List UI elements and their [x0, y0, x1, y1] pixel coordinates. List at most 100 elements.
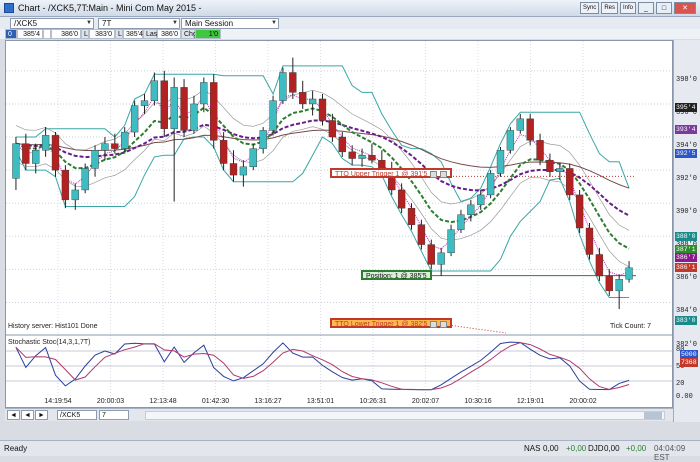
chart-footer: [0, 422, 700, 440]
nav-next-button[interactable]: ►: [35, 410, 48, 420]
candle-down: [229, 163, 238, 176]
chg-label: Chg: [181, 29, 197, 39]
position-label[interactable]: Position: 1 @ 385'5: [361, 270, 432, 280]
candle-down: [575, 194, 584, 229]
candle-up: [477, 194, 485, 206]
candle-down: [427, 244, 435, 265]
bid-value: 385'4: [17, 29, 43, 39]
candle-up: [516, 118, 524, 131]
candle-up: [625, 267, 633, 280]
candle-down: [318, 98, 327, 121]
candle-down: [210, 82, 218, 141]
nav-first-button[interactable]: ◄: [7, 410, 20, 420]
interval-tab[interactable]: 7: [99, 410, 129, 420]
nav-prev-button[interactable]: ◄: [21, 410, 34, 420]
candle-down: [536, 140, 544, 161]
upper-envelope-line: [15, 65, 630, 203]
candle-up: [71, 189, 79, 201]
candle-up: [308, 98, 317, 105]
close-icon[interactable]: [430, 170, 438, 178]
interval-value: 7T: [102, 19, 112, 28]
quote-strip: 0 385'4 386'0 L 383'0 L 385'4 Last 386'0…: [0, 29, 700, 39]
close-icon[interactable]: [430, 320, 438, 328]
x-axis-tick-label: 20:00:03: [97, 398, 124, 405]
symbol-tab[interactable]: /XCK5: [57, 410, 97, 420]
position-text: Position: 1 @ 385'5: [366, 273, 427, 280]
maximize-icon[interactable]: □: [656, 2, 672, 14]
candle-down: [368, 155, 376, 161]
candle-up: [130, 105, 139, 133]
close-icon[interactable]: [440, 170, 448, 178]
djd-label: DJD: [588, 444, 604, 453]
candle-down: [219, 140, 228, 164]
low-value: 383'0: [89, 29, 115, 39]
chart-canvas[interactable]: 14:19:54 20:00:03 12:13:48 01:42:30 13:16:27…: [6, 41, 672, 407]
interval-select[interactable]: 7T ▼: [98, 18, 180, 29]
chg-value: 1'0: [195, 29, 221, 39]
candle-down: [417, 224, 426, 245]
tick-count: Tick Count: 7: [610, 323, 651, 330]
info-button[interactable]: Info: [619, 2, 636, 14]
candle-up: [467, 204, 475, 215]
candle-down: [299, 92, 307, 105]
close-icon[interactable]: ✕: [674, 2, 696, 14]
candle-up: [279, 72, 287, 101]
candle-down: [397, 189, 406, 209]
candle-up: [437, 252, 445, 265]
upper-trigger-label[interactable]: TTO Upper Trigger 1 @ 391'5: [330, 168, 453, 178]
price-axis[interactable]: 398'0396'0394'0392'0390'0388'0386'0384'0…: [673, 40, 700, 422]
minimize-icon[interactable]: _: [638, 2, 654, 14]
candle-up: [239, 166, 248, 176]
candle-down: [180, 87, 188, 131]
res-button[interactable]: Res: [601, 2, 618, 14]
chart-area[interactable]: 14:19:54 20:00:03 12:13:48 01:42:30 13:16:27…: [5, 40, 673, 408]
price-badge: 386'1: [675, 263, 697, 272]
price-badge: 393'4: [675, 125, 697, 134]
candle-down: [566, 168, 574, 196]
ask-value: 386'0: [51, 29, 81, 39]
scroll-track[interactable]: [145, 411, 665, 420]
close-icon[interactable]: [440, 320, 448, 328]
stochastic-panel: [6, 341, 672, 391]
candle-down: [111, 143, 119, 149]
sync-button[interactable]: Sync: [579, 2, 600, 14]
chart-scrollbar[interactable]: ◄ ◄ ► /XCK5 7: [5, 408, 673, 421]
x-axis-tick-label: 13:16:27: [254, 398, 281, 405]
candle-down: [22, 143, 30, 164]
candle-down: [338, 136, 346, 153]
spacer: [43, 29, 51, 39]
scroll-thumb[interactable]: [644, 412, 662, 419]
candle-down: [289, 72, 297, 93]
candle-up: [91, 150, 99, 169]
y-axis-tick-label: 384'0: [676, 307, 698, 316]
price-grid: 14:19:54 20:00:03 12:13:48 01:42:30 13:16:27…: [6, 41, 672, 407]
candle-down: [51, 135, 60, 171]
lower-trigger-text: TTO Lower Trigger 1 @ 382'5: [335, 321, 428, 328]
bid-size: 0: [5, 29, 17, 39]
candle-down: [585, 227, 594, 255]
upper-trigger-text: TTO Upper Trigger 1 @ 391'5: [335, 171, 428, 178]
candle-down: [61, 169, 70, 201]
symbol-select[interactable]: /XCK5 ▼: [10, 18, 94, 29]
candle-up: [190, 103, 198, 131]
candle-up: [140, 100, 149, 106]
chevron-down-icon: ▼: [271, 20, 277, 26]
fast-average-line: [15, 106, 630, 250]
last-label: Last: [143, 29, 159, 39]
candle-up: [32, 150, 40, 164]
candle-up: [496, 150, 505, 174]
lower-trigger-label[interactable]: TTO Lower Trigger 1 @ 382'5: [330, 318, 453, 328]
candle-down: [348, 151, 356, 159]
price-badge: 383'0: [675, 316, 697, 325]
candle-up: [259, 130, 267, 149]
candle-up: [447, 229, 455, 254]
price-badge: 388'0: [675, 232, 697, 241]
session-select[interactable]: Main Session ▼: [181, 18, 279, 29]
stoch-tick-label: 0.00: [676, 393, 693, 401]
candle-up: [556, 168, 564, 172]
x-axis-tick-label: 12:13:48: [149, 398, 176, 405]
candle-down: [605, 275, 613, 292]
status-bar: Ready NAS 0,00 +0,00 DJD 0,00 +0,00 04:0…: [0, 440, 700, 462]
y-axis-tick-label: 398'0: [676, 75, 698, 84]
chevron-down-icon: ▼: [172, 20, 178, 26]
